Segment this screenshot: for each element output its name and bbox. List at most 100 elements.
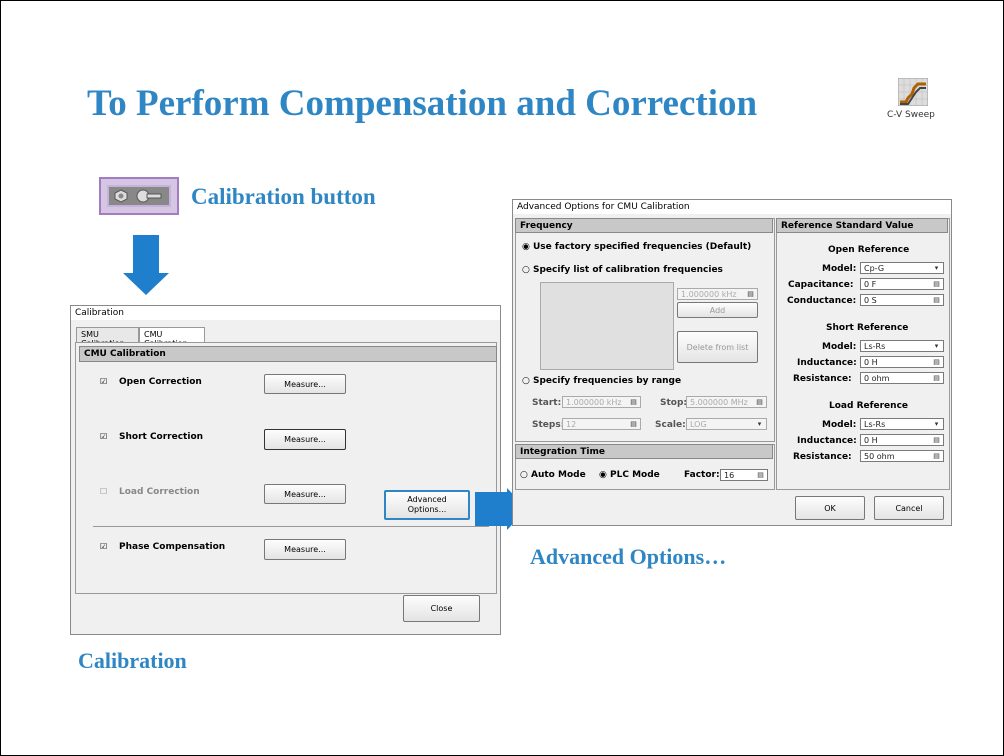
calibration-button-face bbox=[107, 185, 171, 207]
calculator-icon[interactable]: ▤ bbox=[932, 452, 941, 461]
delete-from-list-button[interactable]: Delete from list bbox=[677, 331, 758, 363]
load-model-select[interactable]: Ls-Rs ▾ bbox=[860, 418, 944, 430]
stop-label: Stop: bbox=[660, 398, 688, 408]
phase-compensation-checkbox[interactable]: ☑ Phase Compensation bbox=[100, 542, 225, 552]
factory-frequencies-radio[interactable]: ◉ Use factory specified frequencies (Def… bbox=[522, 242, 751, 252]
radio-selected-icon: ◉ bbox=[522, 242, 530, 252]
short-correction-checkbox[interactable]: ☑ Short Correction bbox=[100, 432, 203, 442]
load-measure-button[interactable]: Measure... bbox=[264, 484, 346, 504]
radio-icon: ○ bbox=[522, 265, 530, 275]
factory-frequencies-label: Use factory specified frequencies (Defau… bbox=[533, 242, 752, 252]
ok-button[interactable]: OK bbox=[795, 496, 865, 520]
factor-input[interactable]: 16 ▤ bbox=[720, 469, 768, 481]
stop-input[interactable]: 5.000000 MHz ▤ bbox=[686, 396, 767, 408]
calibration-button[interactable] bbox=[99, 177, 179, 215]
divider bbox=[93, 526, 489, 527]
list-frequencies-label: Specify list of calibration frequencies bbox=[533, 265, 723, 275]
calibration-tools-icon bbox=[114, 189, 162, 203]
short-resistance-input[interactable]: 0 ohm ▤ bbox=[860, 372, 944, 384]
phase-compensation-label: Phase Compensation bbox=[119, 542, 226, 552]
calculator-icon[interactable]: ▤ bbox=[629, 398, 638, 407]
load-resistance-input[interactable]: 50 ohm ▤ bbox=[860, 450, 944, 462]
steps-label: Steps: bbox=[532, 420, 565, 430]
load-reference-title: Load Reference bbox=[829, 401, 909, 411]
scale-label: Scale: bbox=[655, 420, 686, 430]
start-label: Start: bbox=[532, 398, 562, 408]
advanced-options-caption: Advanced Options… bbox=[530, 544, 727, 569]
checkmark-icon: ☑ bbox=[100, 432, 108, 441]
frequency-header: Frequency bbox=[515, 218, 773, 233]
range-frequencies-label: Specify frequencies by range bbox=[533, 376, 682, 386]
scale-select[interactable]: LOG ▾ bbox=[686, 418, 767, 430]
calculator-icon[interactable]: ▤ bbox=[932, 374, 941, 383]
open-measure-button[interactable]: Measure... bbox=[264, 374, 346, 394]
calibration-button-caption: Calibration button bbox=[191, 184, 376, 209]
cmu-section-header: CMU Calibration bbox=[79, 346, 497, 362]
short-inductance-input[interactable]: 0 H ▤ bbox=[860, 356, 944, 368]
chevron-down-icon[interactable]: ▾ bbox=[932, 342, 941, 351]
reference-header: Reference Standard Value bbox=[776, 218, 948, 233]
load-correction-checkbox[interactable]: ☐ Load Correction bbox=[100, 487, 200, 497]
load-inductance-label: Inductance: bbox=[797, 436, 857, 446]
short-model-select[interactable]: Ls-Rs ▾ bbox=[860, 340, 944, 352]
calibration-caption: Calibration bbox=[78, 648, 187, 673]
load-resistance-label: Resistance: bbox=[793, 452, 852, 462]
chevron-down-icon[interactable]: ▾ bbox=[755, 420, 764, 429]
calculator-icon[interactable]: ▤ bbox=[932, 280, 941, 289]
calculator-icon[interactable]: ▤ bbox=[755, 398, 764, 407]
load-model-label: Model: bbox=[822, 420, 857, 430]
slide-title: To Perform Compensation and Correction bbox=[87, 83, 758, 124]
short-model-label: Model: bbox=[822, 342, 857, 352]
close-button[interactable]: Close bbox=[403, 595, 480, 622]
open-reference-title: Open Reference bbox=[828, 245, 910, 255]
short-correction-label: Short Correction bbox=[119, 432, 204, 442]
range-frequencies-radio[interactable]: ○ Specify frequencies by range bbox=[522, 376, 681, 386]
calculator-icon[interactable]: ▤ bbox=[756, 471, 765, 480]
factor-label: Factor: bbox=[684, 470, 720, 480]
chevron-down-icon[interactable]: ▾ bbox=[932, 264, 941, 273]
open-conductance-label: Conductance: bbox=[787, 296, 857, 306]
integration-header: Integration Time bbox=[515, 444, 773, 459]
open-model-select[interactable]: Cp-G ▾ bbox=[860, 262, 944, 274]
calculator-icon[interactable]: ▤ bbox=[746, 290, 755, 299]
open-conductance-input[interactable]: 0 S ▤ bbox=[860, 294, 944, 306]
steps-input[interactable]: 12 ▤ bbox=[562, 418, 641, 430]
calculator-icon[interactable]: ▤ bbox=[932, 296, 941, 305]
phase-measure-button[interactable]: Measure... bbox=[264, 539, 346, 560]
auto-mode-label: Auto Mode bbox=[531, 470, 586, 480]
tab-cmu-calibration[interactable]: CMU Calibration bbox=[139, 327, 205, 348]
plc-mode-label: PLC Mode bbox=[610, 470, 660, 480]
radio-icon: ○ bbox=[520, 470, 528, 480]
load-inductance-input[interactable]: 0 H ▤ bbox=[860, 434, 944, 446]
auto-mode-radio[interactable]: ○ Auto Mode bbox=[520, 470, 586, 480]
calculator-icon[interactable]: ▤ bbox=[932, 436, 941, 445]
list-frequencies-radio[interactable]: ○ Specify list of calibration frequencie… bbox=[522, 265, 723, 275]
short-resistance-label: Resistance: bbox=[793, 374, 852, 384]
start-input[interactable]: 1.000000 kHz ▤ bbox=[562, 396, 641, 408]
open-correction-label: Open Correction bbox=[119, 377, 202, 387]
cv-sweep-label: C-V Sweep bbox=[887, 110, 935, 120]
short-measure-button[interactable]: Measure... bbox=[264, 429, 346, 450]
checkmark-icon: ☑ bbox=[100, 377, 108, 386]
open-capacitance-label: Capacitance: bbox=[788, 280, 854, 290]
frequency-listbox[interactable] bbox=[540, 282, 674, 370]
open-capacitance-input[interactable]: 0 F ▤ bbox=[860, 278, 944, 290]
tab-smu-calibration[interactable]: SMU Calibration bbox=[76, 327, 139, 348]
cancel-button[interactable]: Cancel bbox=[874, 496, 944, 520]
plc-mode-radio[interactable]: ◉ PLC Mode bbox=[599, 470, 660, 480]
open-correction-checkbox[interactable]: ☑ Open Correction bbox=[100, 377, 202, 387]
calculator-icon[interactable]: ▤ bbox=[932, 358, 941, 367]
short-reference-title: Short Reference bbox=[826, 323, 909, 333]
checkbox-icon: ☐ bbox=[100, 487, 108, 496]
load-correction-label: Load Correction bbox=[119, 487, 200, 497]
add-button[interactable]: Add bbox=[677, 302, 758, 318]
calculator-icon[interactable]: ▤ bbox=[629, 420, 638, 429]
short-inductance-label: Inductance: bbox=[797, 358, 857, 368]
frequency-list-input[interactable]: 1.000000 kHz ▤ bbox=[677, 288, 758, 300]
radio-icon: ○ bbox=[522, 376, 530, 386]
advanced-window-title: Advanced Options for CMU Calibration bbox=[513, 200, 951, 214]
checkmark-icon: ☑ bbox=[100, 542, 108, 551]
cv-sweep-icon[interactable] bbox=[898, 78, 928, 106]
chevron-down-icon[interactable]: ▾ bbox=[932, 420, 941, 429]
advanced-options-button[interactable]: Advanced Options... bbox=[384, 490, 470, 520]
